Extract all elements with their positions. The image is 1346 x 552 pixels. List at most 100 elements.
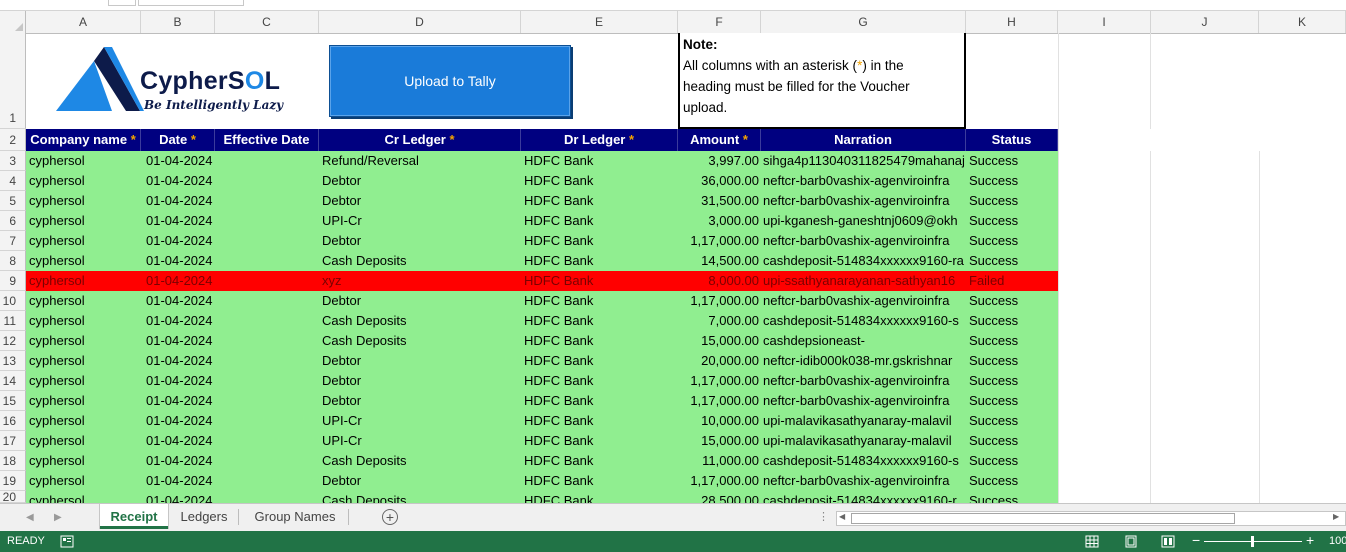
cell-company[interactable]: cyphersol [26, 191, 141, 211]
column-header-e[interactable]: E [521, 11, 678, 33]
cell-dr[interactable]: HDFC Bank [521, 431, 678, 451]
cell-status[interactable]: Success [966, 311, 1058, 331]
zoom-in-icon[interactable]: + [1306, 532, 1314, 548]
cell-effective-date[interactable] [215, 291, 319, 311]
cell-dr[interactable]: HDFC Bank [521, 251, 678, 271]
cell-effective-date[interactable] [215, 371, 319, 391]
cell-narration[interactable]: neftcr-barb0vashix-agenviroinfra [761, 391, 966, 411]
column-header-k[interactable]: K [1259, 11, 1346, 33]
cell-date[interactable]: 01-04-2024 [141, 371, 215, 391]
cell-company[interactable]: cyphersol [26, 251, 141, 271]
table-row[interactable]: cyphersol 01-04-2024 UPI-Cr HDFC Bank 10,000… [26, 411, 1058, 431]
column-header-a[interactable]: A [26, 11, 141, 33]
normal-view-icon[interactable] [1085, 535, 1099, 548]
header-dr-ledger[interactable]: Dr Ledger * [521, 129, 678, 151]
cell-cr[interactable]: Debtor [319, 171, 521, 191]
nav-prev-icon[interactable]: ◀ [26, 512, 34, 523]
cell-cr[interactable]: Cash Deposits [319, 331, 521, 351]
cell-effective-date[interactable] [215, 391, 319, 411]
table-row[interactable]: cyphersol 01-04-2024 Refund/Reversal HDFC B… [26, 151, 1058, 171]
cell-status[interactable]: Success [966, 291, 1058, 311]
cell-narration[interactable]: neftcr-idib000k038-mr.gskrishnar [761, 351, 966, 371]
macro-record-icon[interactable] [60, 535, 74, 548]
table-row[interactable]: cyphersol 01-04-2024 Cash Deposits HDFC Ban… [26, 331, 1058, 351]
header-effective-date[interactable]: Effective Date [215, 129, 319, 151]
cell-dr[interactable]: HDFC Bank [521, 211, 678, 231]
cell-date[interactable]: 01-04-2024 [141, 471, 215, 491]
cell-amount[interactable]: 11,000.00 [678, 451, 761, 471]
cell-status[interactable]: Success [966, 351, 1058, 371]
table-row[interactable]: cyphersol 01-04-2024 Cash Deposits HDFC Ban… [26, 451, 1058, 471]
cell-status[interactable]: Success [966, 211, 1058, 231]
cell-date[interactable]: 01-04-2024 [141, 291, 215, 311]
cell-dr[interactable]: HDFC Bank [521, 171, 678, 191]
row-header[interactable]: 10 [0, 291, 26, 311]
table-row[interactable]: cyphersol 01-04-2024 UPI-Cr HDFC Bank 3,000.… [26, 211, 1058, 231]
header-amount[interactable]: Amount * [678, 129, 761, 151]
column-header-f[interactable]: F [678, 11, 761, 33]
row-header[interactable]: 4 [0, 171, 26, 191]
cell-amount[interactable]: 1,17,000.00 [678, 471, 761, 491]
cell-amount[interactable]: 20,000.00 [678, 351, 761, 371]
cell-amount[interactable]: 10,000.00 [678, 411, 761, 431]
header-narration[interactable]: Narration [761, 129, 966, 151]
cell-cr[interactable]: Cash Deposits [319, 451, 521, 471]
cell-effective-date[interactable] [215, 251, 319, 271]
row-header[interactable]: 2 [0, 129, 26, 151]
column-header-i[interactable]: I [1058, 11, 1151, 33]
column-header-c[interactable]: C [215, 11, 319, 33]
cell-amount[interactable]: 15,000.00 [678, 431, 761, 451]
cell-company[interactable]: cyphersol [26, 331, 141, 351]
cell-effective-date[interactable] [215, 211, 319, 231]
row-header[interactable]: 20 [0, 491, 26, 503]
cell-narration[interactable]: upi-malavikasathyanaray-malavil [761, 411, 966, 431]
cell-date[interactable]: 01-04-2024 [141, 151, 215, 171]
cell-company[interactable]: cyphersol [26, 391, 141, 411]
cell-cr[interactable]: UPI-Cr [319, 411, 521, 431]
row-header[interactable]: 7 [0, 231, 26, 251]
header-company-name[interactable]: Company name * [26, 129, 141, 151]
tab-group-names[interactable]: Group Names [244, 504, 346, 529]
cell-narration[interactable]: upi-kganesh-ganeshtnj0609@okh [761, 211, 966, 231]
cell-narration[interactable]: cashdepsioneast- [761, 331, 966, 351]
cell-effective-date[interactable] [215, 471, 319, 491]
cell-status[interactable]: Success [966, 231, 1058, 251]
cell-effective-date[interactable] [215, 431, 319, 451]
cell-status[interactable]: Success [966, 451, 1058, 471]
cell-status[interactable]: Success [966, 371, 1058, 391]
cell-date[interactable]: 01-04-2024 [141, 171, 215, 191]
table-row-failed[interactable]: cyphersol 01-04-2024 xyz HDFC Bank 8,000.00 u… [26, 271, 1058, 291]
cell-dr[interactable]: HDFC Bank [521, 271, 678, 291]
cell-status[interactable]: Success [966, 471, 1058, 491]
cell-company[interactable]: cyphersol [26, 471, 141, 491]
cell-narration[interactable]: neftcr-barb0vashix-agenviroinfra [761, 471, 966, 491]
split-handle-icon[interactable]: ⋮ [818, 510, 829, 523]
cell-narration[interactable]: upi-malavikasathyanaray-malavil [761, 431, 966, 451]
cell-cr[interactable]: Debtor [319, 351, 521, 371]
header-date[interactable]: Date * [141, 129, 215, 151]
cell-date[interactable]: 01-04-2024 [141, 211, 215, 231]
cell-cr[interactable]: Debtor [319, 191, 521, 211]
cell-effective-date[interactable] [215, 171, 319, 191]
scroll-left-icon[interactable]: ◀ [839, 512, 845, 521]
table-row[interactable]: cyphersol 01-04-2024 Cash Deposits HDFC Ban… [26, 311, 1058, 331]
cell-narration[interactable]: upi-ssathyanarayanan-sathyan16 [761, 271, 966, 291]
cell-cr[interactable]: xyz [319, 271, 521, 291]
cell-narration[interactable]: cashdeposit-514834xxxxxx9160-s [761, 451, 966, 471]
cell-company[interactable]: cyphersol [26, 371, 141, 391]
cell-status[interactable]: Success [966, 331, 1058, 351]
zoom-level[interactable]: 100 [1329, 535, 1346, 547]
cell-dr[interactable]: HDFC Bank [521, 371, 678, 391]
cell-status[interactable]: Success [966, 391, 1058, 411]
add-sheet-icon[interactable]: + [382, 509, 398, 525]
table-row[interactable]: cyphersol 01-04-2024 Debtor HDFC Bank 36,000… [26, 171, 1058, 191]
cell-cr[interactable]: Debtor [319, 291, 521, 311]
cell-amount[interactable]: 1,17,000.00 [678, 231, 761, 251]
cell-amount[interactable]: 31,500.00 [678, 191, 761, 211]
cell-company[interactable]: cyphersol [26, 231, 141, 251]
cell-narration[interactable]: cashdeposit-514834xxxxxx9160-s [761, 311, 966, 331]
row-header[interactable]: 9 [0, 271, 26, 291]
cell-date[interactable]: 01-04-2024 [141, 391, 215, 411]
row-header[interactable]: 11 [0, 311, 26, 331]
table-row[interactable]: cyphersol 01-04-2024 Cash Deposits HDFC Ban… [26, 251, 1058, 271]
